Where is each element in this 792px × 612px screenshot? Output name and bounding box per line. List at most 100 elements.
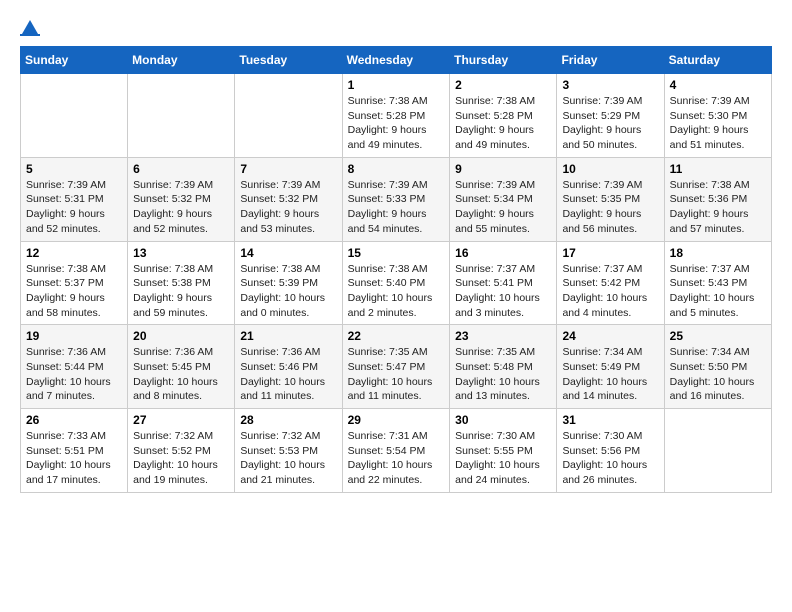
calendar-cell: 28 Sunrise: 7:32 AMSunset: 5:53 PMDayligh… (235, 409, 342, 493)
calendar-cell: 16 Sunrise: 7:37 AMSunset: 5:41 PMDayligh… (450, 241, 557, 325)
day-info: Sunrise: 7:38 AMSunset: 5:40 PMDaylight:… (348, 262, 445, 321)
day-number: 16 (455, 246, 551, 260)
page-header (20, 16, 772, 36)
day-info: Sunrise: 7:37 AMSunset: 5:41 PMDaylight:… (455, 262, 551, 321)
calendar-cell: 24 Sunrise: 7:34 AMSunset: 5:49 PMDayligh… (557, 325, 664, 409)
day-number: 20 (133, 329, 229, 343)
day-number: 13 (133, 246, 229, 260)
day-info: Sunrise: 7:34 AMSunset: 5:50 PMDaylight:… (670, 345, 766, 404)
calendar-cell: 19 Sunrise: 7:36 AMSunset: 5:44 PMDayligh… (21, 325, 128, 409)
day-info: Sunrise: 7:31 AMSunset: 5:54 PMDaylight:… (348, 429, 445, 488)
calendar-table: SundayMondayTuesdayWednesdayThursdayFrid… (20, 46, 772, 493)
day-info: Sunrise: 7:36 AMSunset: 5:45 PMDaylight:… (133, 345, 229, 404)
calendar-cell: 21 Sunrise: 7:36 AMSunset: 5:46 PMDayligh… (235, 325, 342, 409)
day-info: Sunrise: 7:38 AMSunset: 5:39 PMDaylight:… (240, 262, 336, 321)
calendar-cell: 30 Sunrise: 7:30 AMSunset: 5:55 PMDayligh… (450, 409, 557, 493)
day-number: 7 (240, 162, 336, 176)
day-info: Sunrise: 7:39 AMSunset: 5:32 PMDaylight:… (133, 178, 229, 237)
day-number: 25 (670, 329, 766, 343)
day-info: Sunrise: 7:32 AMSunset: 5:53 PMDaylight:… (240, 429, 336, 488)
day-number: 17 (562, 246, 658, 260)
day-number: 29 (348, 413, 445, 427)
calendar-cell (21, 74, 128, 158)
weekday-header-friday: Friday (557, 47, 664, 74)
day-info: Sunrise: 7:30 AMSunset: 5:55 PMDaylight:… (455, 429, 551, 488)
day-number: 23 (455, 329, 551, 343)
calendar-cell: 31 Sunrise: 7:30 AMSunset: 5:56 PMDayligh… (557, 409, 664, 493)
calendar-cell: 2Sunrise: 7:38 AMSunset: 5:28 PMDaylight… (450, 74, 557, 158)
day-info: Sunrise: 7:37 AMSunset: 5:43 PMDaylight:… (670, 262, 766, 321)
day-number: 14 (240, 246, 336, 260)
day-number: 11 (670, 162, 766, 176)
day-info: Sunrise: 7:36 AMSunset: 5:44 PMDaylight:… (26, 345, 122, 404)
weekday-header-thursday: Thursday (450, 47, 557, 74)
calendar-cell: 5 Sunrise: 7:39 AMSunset: 5:31 PMDaylight… (21, 157, 128, 241)
day-number: 3 (562, 78, 658, 92)
calendar-cell: 7 Sunrise: 7:39 AMSunset: 5:32 PMDaylight… (235, 157, 342, 241)
day-number: 26 (26, 413, 122, 427)
weekday-header-saturday: Saturday (664, 47, 771, 74)
day-number: 5 (26, 162, 122, 176)
day-info: Sunrise: 7:33 AMSunset: 5:51 PMDaylight:… (26, 429, 122, 488)
day-number: 22 (348, 329, 445, 343)
day-number: 31 (562, 413, 658, 427)
day-number: 28 (240, 413, 336, 427)
day-info: Sunrise: 7:39 AMSunset: 5:34 PMDaylight:… (455, 178, 551, 237)
calendar-cell: 13 Sunrise: 7:38 AMSunset: 5:38 PMDayligh… (128, 241, 235, 325)
day-info: Sunrise: 7:39 AMSunset: 5:35 PMDaylight:… (562, 178, 658, 237)
calendar-cell: 4 Sunrise: 7:39 AMSunset: 5:30 PMDaylight… (664, 74, 771, 158)
day-info: Sunrise: 7:39 AMSunset: 5:31 PMDaylight:… (26, 178, 122, 237)
calendar-cell: 17 Sunrise: 7:37 AMSunset: 5:42 PMDayligh… (557, 241, 664, 325)
day-info: Sunrise: 7:32 AMSunset: 5:52 PMDaylight:… (133, 429, 229, 488)
day-number: 8 (348, 162, 445, 176)
calendar-cell: 8 Sunrise: 7:39 AMSunset: 5:33 PMDaylight… (342, 157, 450, 241)
day-number: 19 (26, 329, 122, 343)
calendar-cell (128, 74, 235, 158)
day-info: Sunrise: 7:36 AMSunset: 5:46 PMDaylight:… (240, 345, 336, 404)
day-number: 1 (348, 78, 445, 92)
day-info: Sunrise: 7:30 AMSunset: 5:56 PMDaylight:… (562, 429, 658, 488)
day-number: 4 (670, 78, 766, 92)
calendar-cell: 29 Sunrise: 7:31 AMSunset: 5:54 PMDayligh… (342, 409, 450, 493)
day-number: 15 (348, 246, 445, 260)
calendar-cell: 25 Sunrise: 7:34 AMSunset: 5:50 PMDayligh… (664, 325, 771, 409)
day-info: Sunrise: 7:38 AMSunset: 5:36 PMDaylight:… (670, 178, 766, 237)
day-number: 12 (26, 246, 122, 260)
calendar-cell: 12 Sunrise: 7:38 AMSunset: 5:37 PMDayligh… (21, 241, 128, 325)
logo (20, 16, 40, 36)
day-number: 30 (455, 413, 551, 427)
day-number: 9 (455, 162, 551, 176)
calendar-cell: 23Sunrise: 7:35 AMSunset: 5:48 PMDayligh… (450, 325, 557, 409)
calendar-cell: 14 Sunrise: 7:38 AMSunset: 5:39 PMDayligh… (235, 241, 342, 325)
day-info: Sunrise: 7:35 AMSunset: 5:47 PMDaylight:… (348, 345, 445, 404)
day-info: Sunrise: 7:39 AMSunset: 5:30 PMDaylight:… (670, 94, 766, 153)
calendar-cell: 11 Sunrise: 7:38 AMSunset: 5:36 PMDayligh… (664, 157, 771, 241)
day-number: 21 (240, 329, 336, 343)
weekday-header-tuesday: Tuesday (235, 47, 342, 74)
calendar-cell: 9 Sunrise: 7:39 AMSunset: 5:34 PMDaylight… (450, 157, 557, 241)
calendar-cell: 20 Sunrise: 7:36 AMSunset: 5:45 PMDayligh… (128, 325, 235, 409)
day-info: Sunrise: 7:39 AMSunset: 5:33 PMDaylight:… (348, 178, 445, 237)
calendar-cell (664, 409, 771, 493)
day-info: Sunrise: 7:38 AMSunset: 5:38 PMDaylight:… (133, 262, 229, 321)
day-number: 2 (455, 78, 551, 92)
calendar-cell: 10 Sunrise: 7:39 AMSunset: 5:35 PMDayligh… (557, 157, 664, 241)
day-info: Sunrise: 7:38 AMSunset: 5:37 PMDaylight:… (26, 262, 122, 321)
day-info: Sunrise: 7:39 AMSunset: 5:32 PMDaylight:… (240, 178, 336, 237)
calendar-cell (235, 74, 342, 158)
calendar-cell: 27Sunrise: 7:32 AMSunset: 5:52 PMDayligh… (128, 409, 235, 493)
day-info: Sunrise: 7:34 AMSunset: 5:49 PMDaylight:… (562, 345, 658, 404)
day-number: 24 (562, 329, 658, 343)
weekday-header-sunday: Sunday (21, 47, 128, 74)
calendar-cell: 6 Sunrise: 7:39 AMSunset: 5:32 PMDaylight… (128, 157, 235, 241)
day-number: 6 (133, 162, 229, 176)
weekday-header-monday: Monday (128, 47, 235, 74)
calendar-cell: 1 Sunrise: 7:38 AMSunset: 5:28 PMDaylight… (342, 74, 450, 158)
calendar-cell: 22 Sunrise: 7:35 AMSunset: 5:47 PMDayligh… (342, 325, 450, 409)
calendar-cell: 3 Sunrise: 7:39 AMSunset: 5:29 PMDaylight… (557, 74, 664, 158)
day-info: Sunrise: 7:39 AMSunset: 5:29 PMDaylight:… (562, 94, 658, 153)
day-number: 10 (562, 162, 658, 176)
weekday-header-wednesday: Wednesday (342, 47, 450, 74)
day-info: Sunrise: 7:37 AMSunset: 5:42 PMDaylight:… (562, 262, 658, 321)
day-info: Sunrise: 7:38 AMSunset: 5:28 PMDaylight:… (348, 94, 445, 153)
